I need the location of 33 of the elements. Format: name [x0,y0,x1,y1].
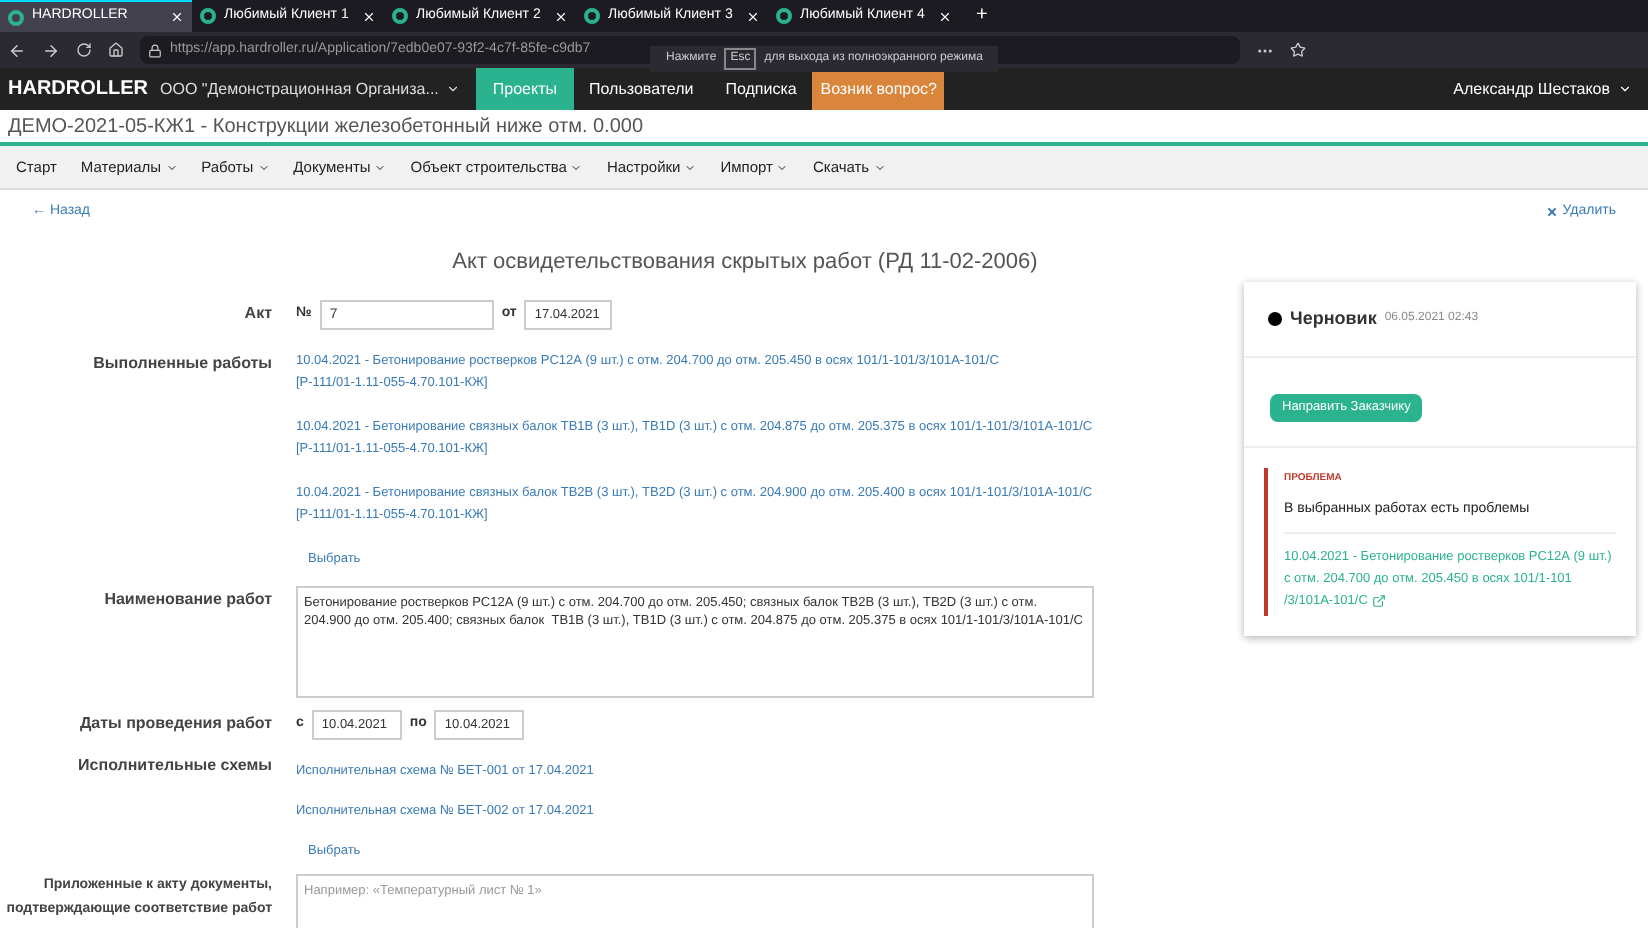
project-title: ДЕМО-2021-05-КЖ1 - Конструкции железобетонный ниже отм. 0.000 [8,113,644,141]
field-label: Даты проведения работ [79,714,272,732]
logo[interactable]: HARDROLLER [0,68,144,110]
external-link-icon[interactable] [1371,593,1386,608]
caret-icon [1618,82,1632,96]
tab-favicon-icon [776,8,792,24]
tab-favicon-icon [8,9,24,25]
field-label: Исполнительные схемы [78,755,272,773]
back-icon[interactable] [8,41,26,59]
form-title: Акт освидетельствования скрытых работ (РД 11-02-2006) [452,248,1038,278]
tab-favicon-icon [392,8,408,24]
close-icon[interactable] [170,10,184,24]
forward-icon[interactable] [42,41,60,59]
field-label: Акт [244,304,272,322]
user-menu[interactable]: Александр Шестаков [1437,68,1648,110]
field-label: Наименование работ [104,589,272,607]
close-icon[interactable] [554,9,568,23]
tab-favicon-icon [584,8,600,24]
lock-icon [148,43,162,57]
close-icon[interactable] [938,9,952,23]
reload-icon[interactable] [76,42,92,58]
tab-favicon-icon [200,8,216,24]
bookmark-star-icon[interactable] [1290,42,1306,58]
close-icon [1546,205,1559,218]
new-tab-button[interactable]: + [960,0,1004,32]
home-icon[interactable] [108,42,124,58]
close-icon[interactable] [362,9,376,23]
menu-tab[interactable]: Пользователи [573,68,710,110]
close-icon[interactable] [746,9,760,23]
menu-tab[interactable]: Подписка [709,68,813,110]
status-label: Черновик [1290,305,1377,332]
field-label: Выполненные работы [93,353,272,371]
caret-icon [446,82,461,96]
